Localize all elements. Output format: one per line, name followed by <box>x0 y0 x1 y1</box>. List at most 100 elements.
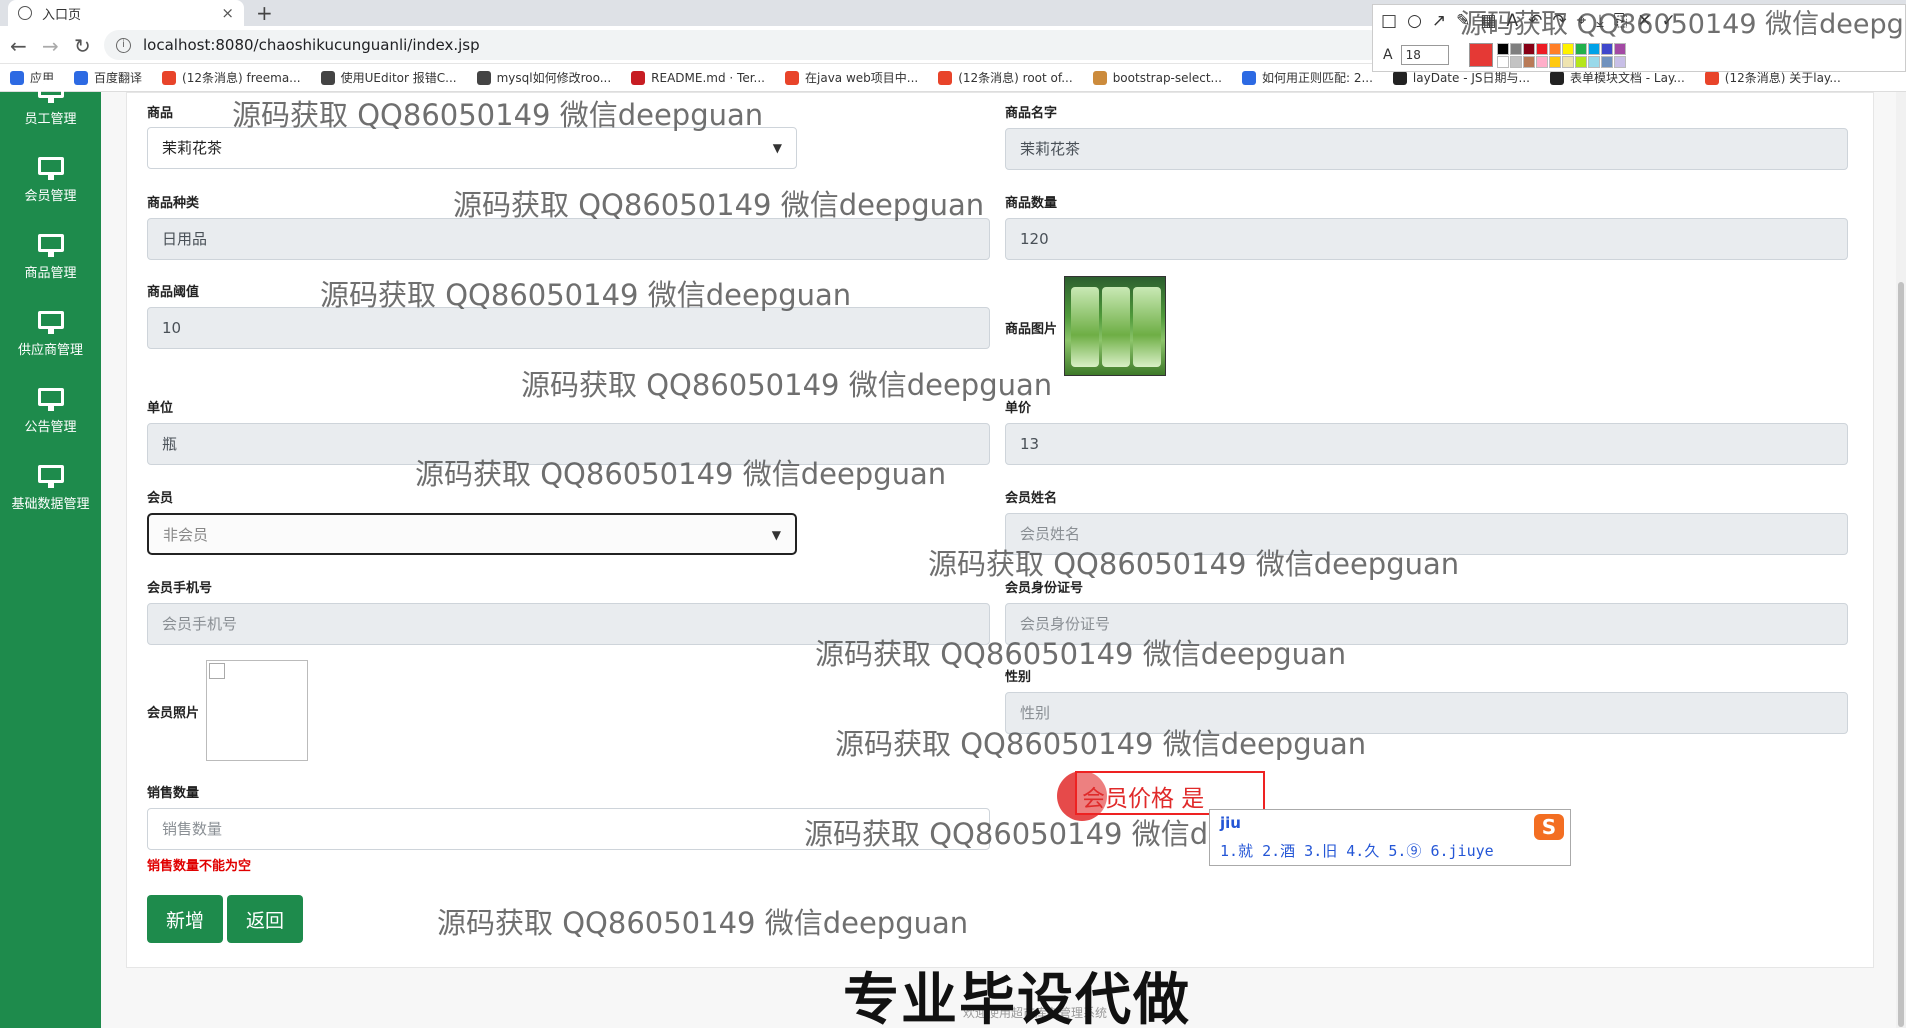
bookmark-icon <box>320 70 335 85</box>
browser-tab[interactable]: 入口页 × <box>8 0 244 26</box>
member-select[interactable]: 非会员 ▼ <box>147 513 797 555</box>
ellipse-tool-icon[interactable]: ○ <box>1407 11 1422 31</box>
color-swatch[interactable] <box>1497 43 1509 55</box>
sidebar: 员工管理会员管理商品管理供应商管理 公告管理基础数据管理 <box>0 80 101 1028</box>
sidebar-item[interactable]: 基础数据管理 <box>0 465 101 535</box>
bookmark-label: (12条消息) freema... <box>182 71 301 85</box>
bookmark-label: README.md · Ter... <box>651 70 765 85</box>
caret-down-icon: ▼ <box>771 528 781 542</box>
quantity-label: 商品数量 <box>1005 196 1058 211</box>
tab-close-icon[interactable]: × <box>221 4 234 22</box>
ime-candidate-list[interactable]: 1.就 2.酒 3.旧 4.久 5.⑨ 6.jiuye <box>1220 840 1494 861</box>
bookmark-icon <box>1549 70 1564 85</box>
color-swatch[interactable] <box>1575 56 1587 68</box>
sidebar-item[interactable]: 公告管理 <box>0 388 101 458</box>
member-photo-label: 会员照片 <box>147 706 200 721</box>
category-field[interactable]: 日用品 <box>147 218 990 260</box>
monitor-icon <box>37 157 64 180</box>
current-color-swatch[interactable] <box>1469 43 1493 67</box>
color-swatch[interactable] <box>1575 43 1587 55</box>
color-swatch[interactable] <box>1588 56 1600 68</box>
sidebar-item-label: 基础数据管理 <box>11 497 90 512</box>
arrow-tool-icon[interactable]: ↗ <box>1432 11 1446 31</box>
sidebar-item[interactable]: 供应商管理 <box>0 311 101 381</box>
color-palette[interactable] <box>1497 43 1626 69</box>
back-button[interactable]: 返回 <box>227 895 303 943</box>
bookmark-icon <box>785 70 799 85</box>
scrollbar-thumb[interactable] <box>1898 282 1904 1027</box>
color-swatch[interactable] <box>1549 56 1561 68</box>
unit-label: 单位 <box>147 401 174 416</box>
color-swatch[interactable] <box>1523 43 1535 55</box>
reload-icon[interactable]: ↻ <box>74 34 91 58</box>
bookmark-label: mysql如何修改roo... <box>496 71 612 85</box>
bookmark-label: 在java web项目中... <box>805 71 919 85</box>
color-swatch[interactable] <box>1562 43 1574 55</box>
color-swatch[interactable] <box>1588 43 1600 55</box>
color-swatch[interactable] <box>1523 56 1535 68</box>
watermark: 源码获取 QQ86050149 微信deepguan <box>320 278 852 312</box>
product-select-value: 茉莉花茶 <box>162 139 223 157</box>
color-swatch[interactable] <box>1601 43 1613 55</box>
sidebar-item[interactable]: 商品管理 <box>0 234 101 304</box>
color-swatch[interactable] <box>1497 56 1509 68</box>
product-name-field[interactable]: 茉莉花茶 <box>1005 128 1848 170</box>
color-swatch[interactable] <box>1601 56 1613 68</box>
bookmark-item[interactable]: (12条消息) freema... <box>162 69 301 86</box>
scrollbar[interactable] <box>1896 92 1906 1028</box>
bookmark-item[interactable]: 在java web项目中... <box>785 69 918 86</box>
category-label: 商品种类 <box>147 196 200 211</box>
member-photo-image <box>206 660 308 761</box>
member-phone-label: 会员手机号 <box>147 581 213 596</box>
bookmark-item[interactable]: bootstrap-select... <box>1092 70 1222 85</box>
tab-title: 入口页 <box>42 7 82 23</box>
monitor-icon <box>37 234 64 257</box>
add-button[interactable]: 新增 <box>147 895 223 943</box>
bookmark-item[interactable]: 如何用正则匹配: 2... <box>1241 69 1373 86</box>
quantity-field[interactable]: 120 <box>1005 218 1848 260</box>
product-image-label: 商品图片 <box>1005 322 1058 337</box>
sidebar-item-label: 会员管理 <box>24 189 77 204</box>
bookmark-item[interactable]: 使用UEditor 报错C... <box>320 69 457 86</box>
color-swatch[interactable] <box>1510 56 1522 68</box>
ime-candidate-window[interactable]: jiu 1.就 2.酒 3.旧 4.久 5.⑨ 6.jiuye S <box>1209 809 1571 866</box>
new-tab-button[interactable]: + <box>256 1 273 25</box>
watermark: 源码获取 QQ86050149 微信deepguan <box>521 368 1053 402</box>
threshold-label: 商品阈值 <box>147 285 200 300</box>
bookmark-item[interactable]: mysql如何修改roo... <box>476 69 612 86</box>
bookmark-icon <box>1092 70 1107 85</box>
color-swatch[interactable] <box>1549 43 1561 55</box>
color-swatch[interactable] <box>1536 43 1548 55</box>
color-swatch[interactable] <box>1614 43 1626 55</box>
color-swatch[interactable] <box>1614 56 1626 68</box>
font-size-icon: A <box>1383 47 1393 63</box>
bookmark-icon <box>1704 70 1719 85</box>
forward-arrow-icon[interactable]: → <box>42 34 59 58</box>
watermark: 源码获取 QQ86050149 微信deepguan <box>928 547 1460 581</box>
monitor-icon <box>37 465 64 488</box>
address-bar[interactable]: i localhost:8080/chaoshikucunguanli/inde… <box>104 30 1384 60</box>
promo-overlay-text: 专业毕设代做 <box>843 968 1191 1028</box>
bookmark-item[interactable]: (12条消息) root of... <box>938 69 1073 86</box>
bookmark-label: 如何用正则匹配: 2... <box>1261 71 1373 85</box>
color-swatch[interactable] <box>1510 43 1522 55</box>
info-icon[interactable]: i <box>116 37 131 53</box>
sidebar-item-label: 商品管理 <box>24 266 77 281</box>
caret-down-icon: ▼ <box>772 141 782 155</box>
back-arrow-icon[interactable]: ← <box>10 34 27 58</box>
bookmark-item[interactable]: README.md · Ter... <box>631 70 765 85</box>
color-swatch[interactable] <box>1536 56 1548 68</box>
url-text: localhost:8080/chaoshikucunguanli/index.… <box>143 36 480 54</box>
product-label: 商品 <box>147 106 174 121</box>
color-swatch[interactable] <box>1562 56 1574 68</box>
product-image-jar <box>1133 287 1161 367</box>
monitor-icon <box>37 80 64 103</box>
font-size-select[interactable]: 18 <box>1400 45 1449 65</box>
member-select-value: 非会员 <box>163 526 209 544</box>
price-field[interactable]: 13 <box>1005 423 1848 465</box>
rectangle-tool-icon[interactable]: □ <box>1381 11 1397 31</box>
product-image-jar <box>1071 287 1099 367</box>
sogou-logo-icon: S <box>1534 814 1564 840</box>
sidebar-item[interactable]: 员工管理 <box>0 80 101 150</box>
sidebar-item[interactable]: 会员管理 <box>0 157 101 227</box>
